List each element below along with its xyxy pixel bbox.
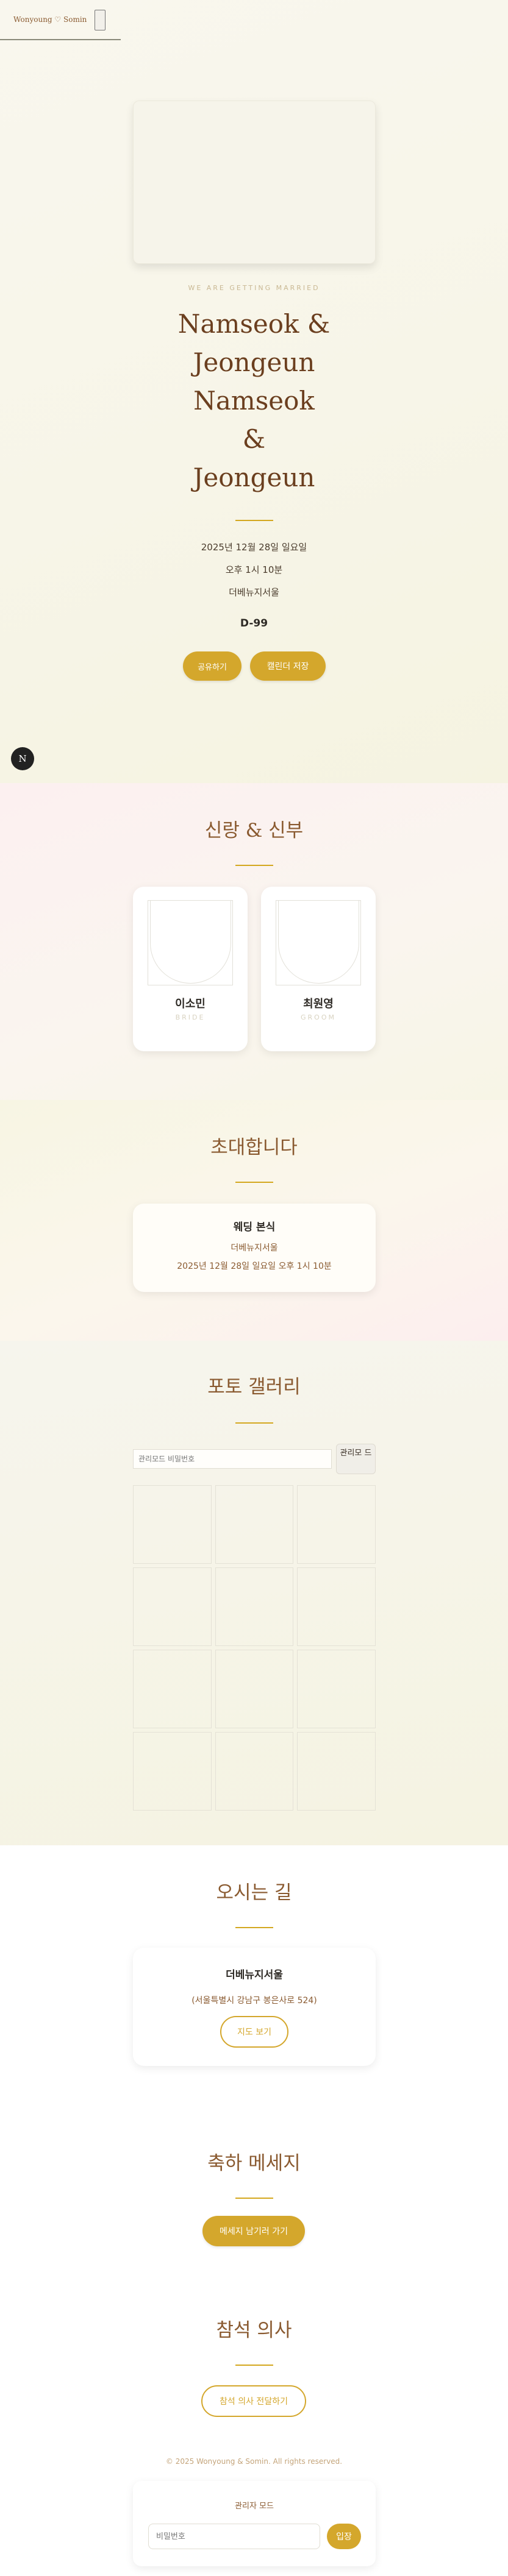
- section-title: 축하 메세지: [207, 2152, 301, 2174]
- gallery-photo[interactable]: [215, 1732, 294, 1811]
- directions-address: (서울특별시 강남구 봉은사로 524): [191, 1996, 317, 2006]
- divider: [235, 1422, 273, 1424]
- section-title: 신랑 & 신부: [204, 820, 304, 842]
- menu-toggle-button[interactable]: [95, 10, 106, 30]
- gallery-photo[interactable]: [297, 1650, 376, 1728]
- bride-photo: [148, 900, 233, 985]
- gallery-photo[interactable]: [297, 1567, 376, 1646]
- dday-counter: D-99: [240, 617, 268, 630]
- wedding-venue: 더베뉴지서울: [229, 587, 279, 598]
- share-button[interactable]: 공유하기: [183, 651, 241, 681]
- ceremony-card: 웨딩 본식 더베뉴지서울 2025년 12월 28일 일요일 오후 1시 10분: [133, 1204, 376, 1292]
- section-title: 포토 갤러리: [207, 1376, 301, 1398]
- wedding-page: Wonyoung ♡ Somin WE ARE GETTING MARRIED …: [0, 0, 508, 2576]
- gallery-photo[interactable]: [133, 1567, 212, 1646]
- view-map-button[interactable]: 지도 보기: [220, 2016, 288, 2048]
- admin-login-card: 관리자 모드 입장: [133, 2481, 376, 2566]
- divider: [235, 1182, 273, 1183]
- gallery-photo[interactable]: [297, 1732, 376, 1811]
- main-photo: [133, 101, 376, 264]
- divider: [235, 2365, 273, 2366]
- divider: [235, 2198, 273, 2199]
- names-line: Namseok: [193, 386, 315, 416]
- ceremony-datetime: 2025년 12월 28일 일요일 오후 1시 10분: [177, 1261, 332, 1271]
- gallery-photo[interactable]: [133, 1650, 212, 1728]
- save-calendar-button[interactable]: 캘린더 저장: [250, 651, 326, 681]
- top-nav: Wonyoung ♡ Somin: [0, 0, 121, 40]
- section-title: 참석 의사: [216, 2319, 292, 2341]
- groom-card: 최원영 GROOM: [261, 887, 376, 1051]
- names-line: Namseok &: [177, 309, 331, 339]
- bride-card: 이소민 BRIDE: [133, 887, 248, 1051]
- footer-copyright: © 2025 Wonyoung & Somin. All rights rese…: [165, 2457, 343, 2466]
- section-title: 오시는 길: [216, 1882, 292, 1904]
- admin-password-input[interactable]: [148, 2524, 320, 2549]
- bride-role: BRIDE: [175, 1013, 206, 1021]
- divider: [235, 1927, 273, 1928]
- gallery-photo[interactable]: [133, 1485, 212, 1564]
- groom-photo: [276, 900, 361, 985]
- wedding-time: 오후 1시 10분: [225, 564, 283, 575]
- wedding-date: 2025년 12월 28일 일요일: [201, 542, 307, 553]
- tagline: WE ARE GETTING MARRIED: [188, 284, 320, 292]
- couple-section: 신랑 & 신부 이소민 BRIDE 최원영 GROOM: [0, 783, 508, 1100]
- admin-mode-button[interactable]: 관리모 드: [336, 1444, 376, 1474]
- gallery-photo[interactable]: [215, 1650, 294, 1728]
- gallery-photo[interactable]: [215, 1567, 294, 1646]
- names-line: Jeongeun: [193, 347, 315, 377]
- gallery-admin-password-input[interactable]: [133, 1449, 332, 1469]
- groom-name: 최원영: [303, 998, 334, 1010]
- hero-section: Wonyoung ♡ Somin WE ARE GETTING MARRIED …: [0, 0, 508, 783]
- brand-title[interactable]: Wonyoung ♡ Somin: [13, 15, 87, 24]
- couple-names: Namseok & Jeongeun Namseok & Jeongeun: [0, 305, 508, 497]
- names-line: Jeongeun: [193, 463, 315, 492]
- bride-name: 이소민: [175, 998, 206, 1010]
- names-line: &: [242, 424, 266, 454]
- floating-action-button[interactable]: N: [11, 747, 34, 770]
- ceremony-venue: 더베뉴지서울: [231, 1243, 278, 1253]
- groom-role: GROOM: [301, 1013, 336, 1021]
- divider: [235, 520, 273, 521]
- send-rsvp-button[interactable]: 참석 의사 전달하기: [201, 2385, 306, 2417]
- ceremony-heading: 웨딩 본식: [233, 1221, 276, 1233]
- leave-message-button[interactable]: 메세지 남기러 가기: [202, 2216, 305, 2246]
- gallery-photo[interactable]: [297, 1485, 376, 1564]
- divider: [235, 865, 273, 866]
- directions-card: 더베뉴지서울 (서울특별시 강남구 봉은사로 524) 지도 보기: [133, 1948, 376, 2066]
- gallery-photo[interactable]: [133, 1732, 212, 1811]
- gallery-grid: [133, 1485, 376, 1811]
- invitation-section: 초대합니다 웨딩 본식 더베뉴지서울 2025년 12월 28일 일요일 오후 …: [0, 1100, 508, 1341]
- enter-button[interactable]: 입장: [327, 2524, 361, 2549]
- directions-venue: 더베뉴지서울: [226, 1969, 283, 1981]
- admin-title: 관리자 모드: [235, 2502, 274, 2511]
- gallery-photo[interactable]: [215, 1485, 294, 1564]
- section-title: 초대합니다: [210, 1137, 298, 1158]
